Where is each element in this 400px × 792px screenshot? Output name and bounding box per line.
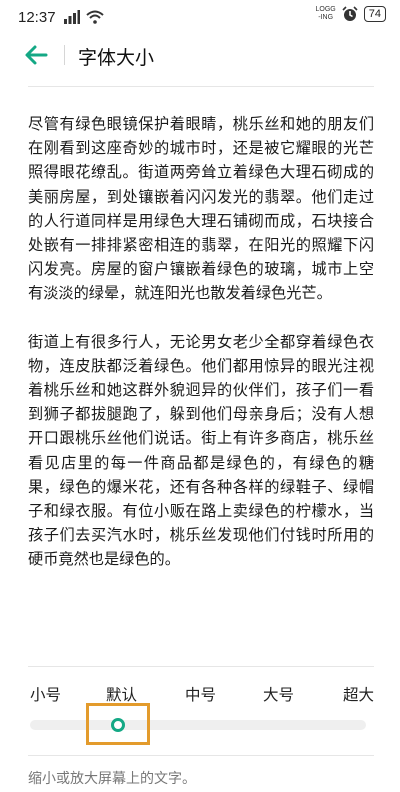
page-title: 字体大小 bbox=[78, 47, 155, 69]
status-time: 12:37 bbox=[18, 9, 56, 26]
status-bar: 12:37 LOGG -ING 74 bbox=[0, 0, 400, 34]
logging-indicator: LOGG -ING bbox=[315, 6, 336, 21]
back-button[interactable] bbox=[22, 42, 50, 68]
wifi-icon bbox=[86, 10, 104, 24]
paragraph-2: 街道上有很多行人，无论男女老少全都穿着绿色衣物，连皮肤都泛着绿色。他们都用惊异的… bbox=[28, 332, 374, 569]
font-size-labels: 小号 默认 中号 大号 超大 bbox=[30, 683, 374, 707]
helper-text: 缩小或放大屏幕上的文字。 bbox=[28, 771, 196, 787]
slider-separator bbox=[28, 755, 374, 756]
header-divider bbox=[64, 45, 65, 65]
status-right: LOGG -ING 74 bbox=[316, 6, 386, 22]
header: 字体大小 bbox=[0, 34, 400, 78]
font-size-slider-thumb[interactable] bbox=[111, 718, 125, 732]
alarm-icon bbox=[342, 6, 358, 21]
size-option-medium[interactable]: 中号 bbox=[185, 683, 216, 705]
size-option-large[interactable]: 大号 bbox=[263, 683, 294, 705]
size-option-extra-large[interactable]: 超大 bbox=[343, 683, 374, 705]
signal-icon bbox=[64, 10, 80, 24]
preview-separator bbox=[28, 666, 374, 667]
preview-text: 尽管有绿色眼镜保护着眼睛，桃乐丝和她的朋友们在刚看到这座奇妙的城市时，还是被它耀… bbox=[28, 112, 374, 572]
status-icons bbox=[64, 9, 104, 25]
size-option-default[interactable]: 默认 bbox=[106, 683, 137, 705]
size-option-small[interactable]: 小号 bbox=[30, 683, 61, 705]
font-size-slider-track[interactable] bbox=[30, 720, 366, 730]
paragraph-1: 尽管有绿色眼镜保护着眼睛，桃乐丝和她的朋友们在刚看到这座奇妙的城市时，还是被它耀… bbox=[28, 115, 374, 303]
back-arrow-icon bbox=[25, 45, 48, 65]
header-separator bbox=[28, 86, 374, 87]
battery-indicator: 74 bbox=[363, 6, 386, 22]
